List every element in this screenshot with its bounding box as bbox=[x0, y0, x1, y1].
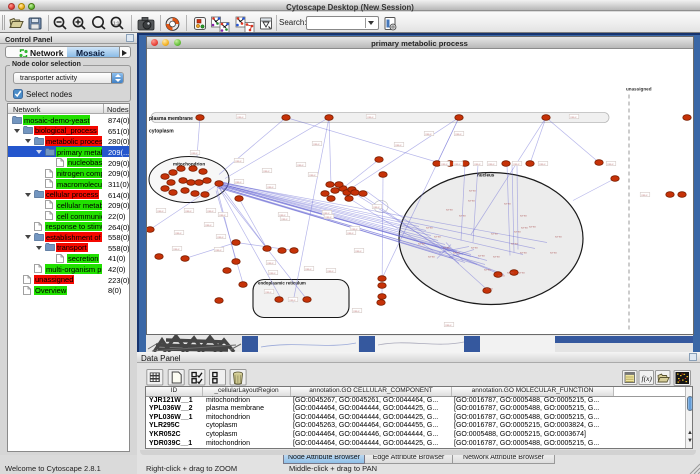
svg-text:xxx-x: xxx-x bbox=[367, 115, 374, 118]
svg-text:xx-xx: xx-xx bbox=[471, 245, 478, 249]
svg-text:nucleus: nucleus bbox=[477, 172, 495, 177]
svg-text:xxx-x: xxx-x bbox=[570, 115, 577, 118]
svg-text:xxx-x: xxx-x bbox=[235, 159, 242, 162]
svg-text:xxx-x: xxx-x bbox=[267, 261, 274, 264]
svg-text:xxx-x: xxx-x bbox=[237, 115, 244, 118]
svg-text:xx-xx: xx-xx bbox=[550, 250, 557, 254]
svg-text:xxx-x: xxx-x bbox=[607, 162, 614, 165]
svg-text:xx-xx: xx-xx bbox=[507, 270, 514, 274]
svg-text:xxx-x: xxx-x bbox=[455, 132, 462, 135]
svg-text:xx-xx: xx-xx bbox=[418, 241, 425, 245]
svg-text:xxx-x: xxx-x bbox=[373, 205, 380, 208]
svg-text:xxx-x: xxx-x bbox=[205, 223, 212, 226]
svg-text:xxx-x: xxx-x bbox=[173, 247, 180, 250]
svg-text:xxx-x: xxx-x bbox=[353, 309, 360, 312]
svg-text:xxx-x: xxx-x bbox=[265, 290, 272, 293]
svg-text:xx-xx: xx-xx bbox=[529, 224, 536, 228]
svg-text:xx-xx: xx-xx bbox=[520, 250, 527, 254]
svg-text:xxx-x: xxx-x bbox=[539, 162, 546, 165]
svg-text:xx-xx: xx-xx bbox=[446, 207, 453, 211]
svg-text:xxx-x: xxx-x bbox=[235, 180, 242, 183]
svg-text:xxx-x: xxx-x bbox=[219, 213, 226, 216]
svg-text:xx-xx: xx-xx bbox=[491, 231, 498, 235]
svg-text:xxx-x: xxx-x bbox=[297, 163, 304, 166]
svg-text:xxx-x: xxx-x bbox=[513, 162, 520, 165]
svg-text:xxx-x: xxx-x bbox=[445, 323, 452, 326]
svg-text:xxx-x: xxx-x bbox=[641, 193, 648, 196]
svg-text:xx-xx: xx-xx bbox=[426, 225, 433, 229]
svg-text:xx-xx: xx-xx bbox=[514, 229, 521, 233]
svg-text:xxx-x: xxx-x bbox=[281, 217, 288, 220]
svg-text:xx-xx: xx-xx bbox=[468, 198, 475, 202]
svg-text:xxx-x: xxx-x bbox=[474, 162, 481, 165]
svg-text:xx-xx: xx-xx bbox=[484, 267, 491, 271]
svg-text:xxx-x: xxx-x bbox=[305, 267, 312, 270]
svg-text:xxx-x: xxx-x bbox=[313, 142, 320, 145]
svg-text:xxx-x: xxx-x bbox=[217, 235, 224, 238]
svg-text:xx-xx: xx-xx bbox=[478, 253, 485, 257]
svg-text:xxx-x: xxx-x bbox=[327, 269, 334, 272]
svg-text:xxx-x: xxx-x bbox=[191, 151, 198, 154]
svg-text:xxx-x: xxx-x bbox=[263, 169, 270, 172]
svg-text:xx-xx: xx-xx bbox=[443, 245, 450, 249]
svg-text:xx-xx: xx-xx bbox=[504, 201, 511, 205]
svg-text:xx-xx: xx-xx bbox=[453, 250, 460, 254]
svg-text:xx-xx: xx-xx bbox=[511, 241, 518, 245]
svg-text:xxx-x: xxx-x bbox=[347, 231, 354, 234]
svg-text:cytoplasm: cytoplasm bbox=[149, 128, 174, 134]
svg-text:xx-xx: xx-xx bbox=[520, 213, 527, 217]
svg-text:xx-xx: xx-xx bbox=[498, 273, 505, 277]
svg-text:xxx-x: xxx-x bbox=[215, 248, 222, 251]
svg-text:endoplasmic reticulum: endoplasmic reticulum bbox=[258, 280, 306, 285]
svg-text:xxx-x: xxx-x bbox=[175, 231, 182, 234]
svg-text:xxx-x: xxx-x bbox=[269, 271, 276, 274]
svg-text:xx-xx: xx-xx bbox=[493, 254, 500, 258]
svg-text:xx-xx: xx-xx bbox=[469, 188, 476, 192]
svg-text:xxx-x: xxx-x bbox=[309, 173, 316, 176]
svg-text:xx-xx: xx-xx bbox=[555, 234, 562, 238]
svg-text:1:1: 1:1 bbox=[113, 21, 120, 26]
svg-text:xxx-x: xxx-x bbox=[207, 209, 214, 212]
svg-text:xxx-x: xxx-x bbox=[185, 209, 192, 212]
svg-text:f(x): f(x) bbox=[642, 374, 653, 383]
svg-text:xxx-x: xxx-x bbox=[157, 209, 164, 212]
svg-text:mitochondrion: mitochondrion bbox=[173, 161, 205, 166]
svg-text:xxx-x: xxx-x bbox=[355, 249, 362, 252]
svg-text:xxx-x: xxx-x bbox=[395, 143, 402, 146]
svg-text:xxx-x: xxx-x bbox=[488, 162, 495, 165]
svg-text:xx-xx: xx-xx bbox=[518, 270, 525, 274]
svg-text:xx-xx: xx-xx bbox=[459, 213, 466, 217]
svg-text:unassigned: unassigned bbox=[626, 86, 652, 91]
svg-text:xxx-x: xxx-x bbox=[289, 298, 296, 301]
svg-text:xx-xx: xx-xx bbox=[434, 234, 441, 238]
svg-text:xx-xx: xx-xx bbox=[521, 225, 528, 229]
svg-text:xx-xx: xx-xx bbox=[486, 286, 493, 290]
svg-text:xxx-x: xxx-x bbox=[454, 162, 461, 165]
svg-text:xxx-x: xxx-x bbox=[425, 132, 432, 135]
svg-text:plasma membrane: plasma membrane bbox=[149, 116, 193, 122]
svg-text:xxx-x: xxx-x bbox=[267, 185, 274, 188]
svg-text:xxx-x: xxx-x bbox=[325, 215, 332, 218]
svg-text:xx-xx: xx-xx bbox=[428, 254, 435, 258]
svg-text:xxx-x: xxx-x bbox=[441, 162, 448, 165]
